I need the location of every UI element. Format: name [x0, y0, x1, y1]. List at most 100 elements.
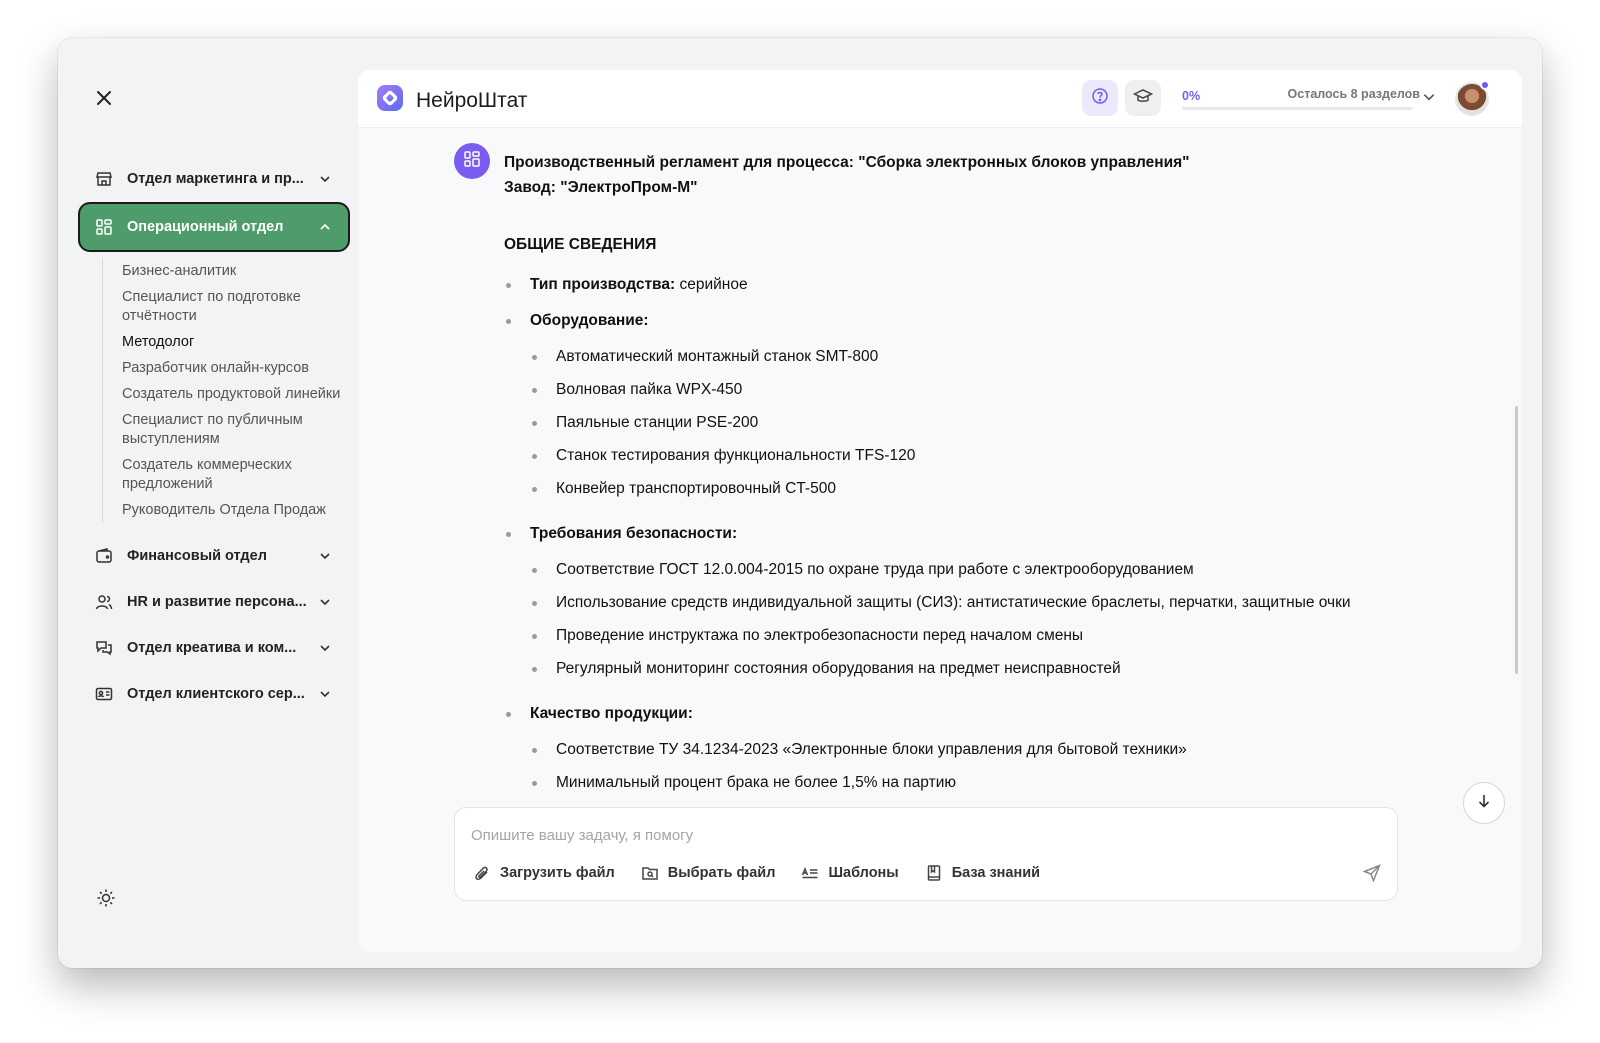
notification-dot [1480, 80, 1490, 90]
sidebar-item-label: Отдел клиентского сер... [127, 686, 305, 702]
onboarding-progress[interactable]: 0% Осталось 8 разделов [1182, 87, 1430, 110]
submenu-item[interactable]: Руководитель Отдела Продаж [122, 497, 348, 523]
users-icon [94, 592, 114, 612]
list-item: Использование средств индивидуальной защ… [504, 590, 1444, 615]
list-item-label: Тип производства: [530, 276, 676, 293]
grid-icon [94, 217, 114, 237]
list-item: Волновая пайка WPX-450 [504, 377, 1444, 402]
chevron-down-icon[interactable] [316, 547, 334, 565]
book-icon [925, 864, 943, 882]
sidebar-item-finance[interactable]: Финансовый отдел [80, 533, 348, 579]
list-item: Минимальный процент брака не более 1,5% … [504, 770, 1444, 795]
sun-icon[interactable] [94, 886, 118, 910]
list-item: Качество продукции: [504, 701, 1444, 726]
assistant-message: Производственный регламент для процесса:… [504, 150, 1444, 803]
list-item-label: Оборудование: [530, 312, 649, 329]
list-item: Требования безопасности: [504, 521, 1444, 546]
sidebar-item-hr[interactable]: HR и развитие персона... [80, 579, 348, 625]
store-icon [94, 169, 114, 189]
message-title-line2: Завод: "ЭлектроПром-М" [504, 179, 698, 196]
sidebar-item-creative[interactable]: Отдел креатива и ком... [80, 625, 348, 671]
templates-icon [801, 864, 819, 882]
submenu-item[interactable]: Разработчик онлайн-курсов [122, 355, 348, 381]
sidebar-item-label: Отдел креатива и ком... [127, 640, 297, 656]
scrollbar[interactable] [1515, 406, 1518, 674]
section-heading: ОБЩИЕ СВЕДЕНИЯ [504, 236, 657, 253]
tool-label: Шаблоны [828, 865, 899, 881]
brand[interactable]: НейроШтат [376, 84, 527, 117]
chevron-down-icon[interactable] [316, 685, 334, 703]
sidebar-item-operations[interactable]: Операционный отдел [80, 204, 348, 250]
progress-percent: 0% [1182, 89, 1201, 103]
list-item: Соответствие ТУ 34.1234-2023 «Электронны… [504, 737, 1444, 762]
logo-icon [376, 84, 404, 117]
list-item: Станок тестирования функциональности TFS… [504, 443, 1444, 468]
close-icon[interactable] [92, 86, 116, 110]
chevron-down-icon[interactable] [316, 593, 334, 611]
upload-file-button[interactable]: Загрузить файл [473, 864, 615, 882]
progress-track [1182, 107, 1412, 110]
message-composer: Загрузить файл Выбрать файл Шаблоны [454, 807, 1398, 901]
list-item-label: Требования безопасности: [530, 525, 738, 542]
list-item: Соответствие ГОСТ 12.0.004-2015 по охран… [504, 557, 1444, 582]
operations-submenu: Бизнес-аналитик Специалист по подготовке… [102, 258, 348, 523]
top-header: НейроШтат 0% Осталось 8 разделов [358, 70, 1522, 128]
app-window: Отдел маркетинга и пр... Операционный от… [58, 38, 1542, 968]
templates-button[interactable]: Шаблоны [801, 864, 899, 882]
help-button[interactable] [1082, 80, 1118, 116]
question-icon [1091, 87, 1109, 110]
chat-content: Производственный регламент для процесса:… [358, 128, 1522, 808]
message-title-line1: Производственный регламент для процесса:… [504, 154, 1190, 171]
assistant-avatar [454, 143, 490, 179]
chevron-up-icon[interactable] [316, 218, 334, 236]
list-item: Регулярный мониторинг состояния оборудов… [504, 656, 1444, 681]
id-card-icon [94, 684, 114, 704]
list-item: Проведение инструктажа по электробезопас… [504, 623, 1444, 648]
sidebar-item-label: Отдел маркетинга и пр... [127, 171, 304, 187]
tool-label: Выбрать файл [667, 865, 776, 881]
sidebar-item-label: Операционный отдел [127, 219, 284, 235]
submenu-item[interactable]: Специалист по публичным выступлениям [122, 407, 348, 452]
list-item-value: серийное [675, 276, 748, 293]
chat-icon [94, 638, 114, 658]
paperclip-icon [473, 864, 491, 882]
graduation-cap-icon [1132, 86, 1154, 111]
sidebar-item-label: Финансовый отдел [127, 548, 267, 564]
wallet-icon [94, 546, 114, 566]
grid-icon [463, 150, 481, 173]
progress-remaining: Осталось 8 разделов [1287, 87, 1420, 101]
submenu-item[interactable]: Бизнес-аналитик [122, 258, 348, 284]
task-input[interactable] [471, 822, 1331, 848]
list-item-label: Качество продукции: [530, 705, 693, 722]
list-item: Автоматический монтажный станок SMT-800 [504, 344, 1444, 369]
list-item: Тип производства: серийное [504, 272, 1444, 297]
learning-button[interactable] [1125, 80, 1161, 116]
chevron-down-icon[interactable] [316, 170, 334, 188]
submenu-item[interactable]: Специалист по подготовке отчётности [122, 284, 348, 329]
brand-name: НейроШтат [416, 88, 528, 112]
arrow-down-icon [1476, 793, 1492, 814]
knowledge-base-button[interactable]: База знаний [925, 864, 1040, 882]
sidebar-item-client-service[interactable]: Отдел клиентского сер... [80, 671, 348, 717]
chevron-down-icon[interactable] [1422, 90, 1438, 106]
list-item: Конвейер транспортировочный CT-500 [504, 476, 1444, 501]
sidebar-item-marketing[interactable]: Отдел маркетинга и пр... [80, 156, 348, 202]
scroll-down-button[interactable] [1463, 782, 1505, 824]
folder-search-icon [641, 864, 659, 882]
list-item: Оборудование: [504, 308, 1444, 333]
send-icon [1362, 863, 1381, 887]
list-item: Паяльные станции PSE-200 [504, 410, 1444, 435]
main-panel: НейроШтат 0% Осталось 8 разделов Произво… [358, 70, 1522, 952]
composer-toolbar: Загрузить файл Выбрать файл Шаблоны База… [473, 864, 1066, 882]
chevron-down-icon[interactable] [316, 639, 334, 657]
sidebar-item-label: HR и развитие персона... [127, 594, 307, 610]
sidebar: Отдел маркетинга и пр... Операционный от… [58, 38, 358, 968]
submenu-item[interactable]: Создатель коммерческих предложений [122, 452, 348, 497]
department-nav: Отдел маркетинга и пр... Операционный от… [80, 156, 348, 717]
submenu-item[interactable]: Создатель продуктовой линейки [122, 381, 348, 407]
choose-file-button[interactable]: Выбрать файл [641, 864, 776, 882]
submenu-item-current[interactable]: Методолог [122, 329, 348, 355]
send-button[interactable] [1361, 863, 1383, 887]
tool-label: База знаний [951, 865, 1041, 881]
tool-label: Загрузить файл [500, 865, 615, 881]
